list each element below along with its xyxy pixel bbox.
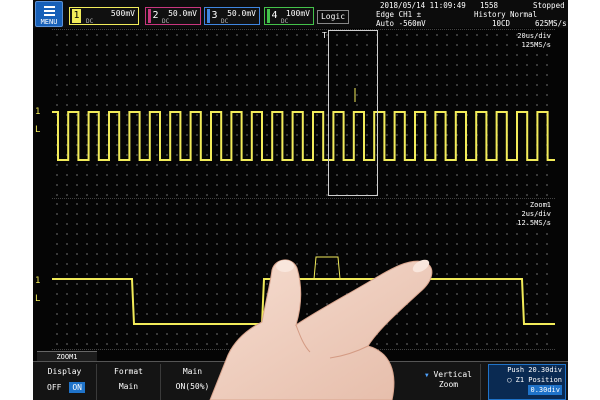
history-count: 10CD bbox=[492, 19, 511, 28]
channel-1-main-trace bbox=[52, 111, 555, 161]
zoom-trigger-level-marker: L bbox=[35, 294, 41, 304]
trigger-mode-level[interactable]: Auto -560mV bbox=[376, 19, 426, 28]
push-label: Push bbox=[507, 366, 525, 374]
zoom-title: Zoom1 bbox=[529, 201, 551, 209]
channel-3-coupling: DC bbox=[221, 18, 229, 25]
channel-4-scale: 100mV bbox=[285, 9, 310, 18]
zoom-sample-rate: 12.5MS/s bbox=[517, 219, 551, 227]
trigger-position-marker: T bbox=[322, 31, 327, 40]
channel-1-zoom-trace bbox=[52, 278, 555, 325]
menu-button[interactable]: MENU bbox=[35, 1, 63, 27]
zoom-label: Zoom bbox=[438, 380, 459, 389]
sample-rate: 625MS/s bbox=[535, 19, 567, 28]
history-label: History bbox=[474, 10, 506, 19]
zoom-region-box[interactable] bbox=[328, 30, 378, 196]
top-status-bar: MENU 1 500mV DC 2 50.0mV DC 3 50.0mV DC … bbox=[33, 0, 568, 28]
format-value: Main bbox=[118, 382, 139, 391]
main-timebase: 20us/div bbox=[517, 32, 551, 40]
main-label: Main bbox=[182, 367, 203, 376]
channel-2-scale: 50.0mV bbox=[168, 9, 197, 18]
channel-1-number: 1 bbox=[72, 9, 81, 23]
trigger-setting[interactable]: Edge CH1 ± bbox=[376, 10, 421, 19]
vertical-label: Vertical bbox=[433, 370, 472, 379]
menu-label: MENU bbox=[40, 18, 58, 26]
menu-icon bbox=[43, 6, 55, 16]
softkey-bar: Display OFF ON Format Main Main ON(50%) … bbox=[33, 361, 568, 400]
dropdown-arrow-icon: ▼ bbox=[425, 372, 429, 379]
main-channel-1-marker: 1 bbox=[35, 107, 41, 117]
main-value: ON(50%) bbox=[175, 382, 210, 391]
channel-2-box[interactable]: 2 50.0mV DC bbox=[145, 7, 201, 25]
channel-2-coupling: DC bbox=[162, 18, 170, 25]
acquisition-count: 1558 bbox=[480, 1, 499, 10]
display-label: Display bbox=[47, 367, 82, 376]
z1-position-title: Z1 Position bbox=[515, 376, 562, 384]
oscilloscope-screen: MENU 1 500mV DC 2 50.0mV DC 3 50.0mV DC … bbox=[33, 0, 568, 400]
zoom-waveform-svg bbox=[52, 256, 555, 325]
z1-position-value: 0.30div bbox=[528, 385, 562, 395]
channel-4-number: 4 bbox=[267, 9, 279, 23]
format-label: Format bbox=[114, 367, 143, 376]
main-softkey[interactable]: Main ON(50%) bbox=[161, 364, 225, 400]
run-state[interactable]: Stopped bbox=[533, 1, 565, 10]
knob-icon: ◯ bbox=[507, 376, 512, 384]
z1-position-softkey[interactable]: Push 20.30div ◯ Z1 Position 0.30div bbox=[488, 364, 566, 400]
datetime-readout: 2018/05/14 11:09:49 bbox=[380, 1, 466, 10]
channel-4-coupling: DC bbox=[281, 18, 289, 25]
display-toggle[interactable]: OFF ON bbox=[33, 382, 96, 393]
channel-3-box[interactable]: 3 50.0mV DC bbox=[204, 7, 260, 25]
channel-3-scale: 50.0mV bbox=[227, 9, 256, 18]
channel-1-box[interactable]: 1 500mV DC bbox=[69, 7, 139, 25]
vertical-zoom-softkey[interactable]: ▼ Vertical Zoom bbox=[417, 364, 481, 400]
display-softkey[interactable]: Display OFF ON bbox=[33, 364, 97, 400]
zoom-waveform-grid[interactable]: Zoom1 2us/div 12.5MS/s bbox=[52, 198, 555, 350]
push-value: 20.30div bbox=[528, 366, 562, 374]
channel-2-number: 2 bbox=[148, 9, 160, 23]
main-waveform-svg bbox=[52, 88, 555, 161]
main-sample-rate: 125MS/s bbox=[521, 41, 551, 49]
zoom-channel-1-marker: 1 bbox=[35, 276, 41, 286]
zoom-timebase: 2us/div bbox=[521, 210, 551, 218]
display-off-option[interactable]: OFF bbox=[44, 382, 64, 393]
zoom-glitch-bump bbox=[313, 256, 341, 280]
display-on-option[interactable]: ON bbox=[69, 382, 85, 393]
channel-4-box[interactable]: 4 100mV DC bbox=[264, 7, 314, 25]
channel-1-scale: 500mV bbox=[110, 9, 135, 18]
main-trigger-level-marker: L bbox=[35, 125, 41, 135]
channel-3-number: 3 bbox=[207, 9, 219, 23]
history-mode: Normal bbox=[510, 10, 538, 19]
logic-button[interactable]: Logic bbox=[317, 10, 349, 24]
main-waveform-grid[interactable]: T 20us/div 125MS/s bbox=[52, 29, 555, 199]
format-softkey[interactable]: Format Main bbox=[97, 364, 161, 400]
channel-1-coupling: DC bbox=[86, 18, 94, 25]
